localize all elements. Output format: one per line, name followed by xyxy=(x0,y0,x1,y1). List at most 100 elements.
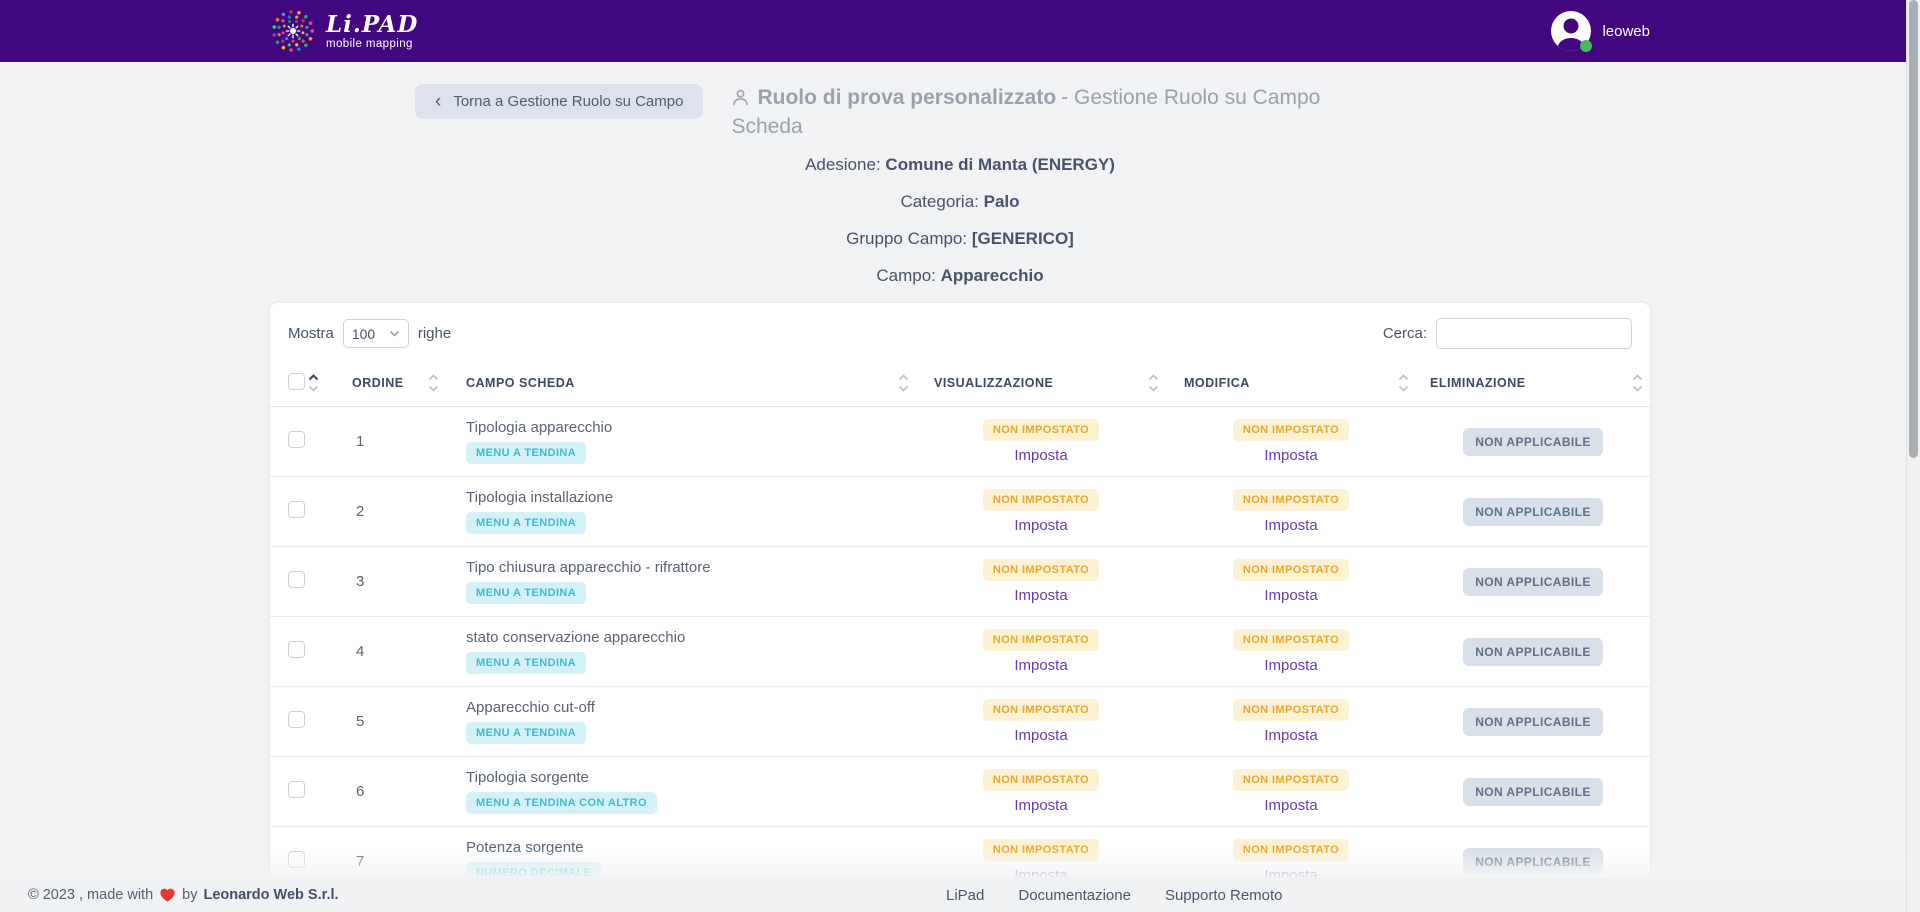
row-checkbox[interactable] xyxy=(288,431,305,448)
brand-name: Leonardo Web S.r.l. xyxy=(203,887,338,903)
sort-control-campo-scheda[interactable] xyxy=(898,374,909,392)
meta-value: [GENERICO] xyxy=(972,229,1074,248)
modifica-imposta-link[interactable]: Imposta xyxy=(1166,517,1416,534)
field-name: Apparecchio cut-off xyxy=(466,699,916,716)
sort-desc-icon[interactable] xyxy=(898,385,909,392)
username: leoweb xyxy=(1602,23,1650,40)
modifica-status-badge: NON IMPOSTATO xyxy=(1233,839,1349,861)
field-name: Tipologia apparecchio xyxy=(466,419,916,436)
row-checkbox[interactable] xyxy=(288,501,305,518)
select-all-checkbox[interactable] xyxy=(288,373,305,390)
row-checkbox[interactable] xyxy=(288,641,305,658)
visualizzazione-imposta-link[interactable]: Imposta xyxy=(916,447,1166,464)
column-header-eliminazione[interactable]: ELIMINAZIONE xyxy=(1416,360,1650,407)
rows-label: righe xyxy=(418,325,451,342)
sort-asc-icon[interactable] xyxy=(1632,374,1643,381)
footer-link-documentazione[interactable]: Documentazione xyxy=(1018,887,1131,904)
field-type-badge: MENU A TENDINA CON ALTRO xyxy=(466,792,657,814)
footer-link-lipad[interactable]: LiPad xyxy=(946,887,984,904)
eliminazione-status-badge: NON APPLICABILE xyxy=(1463,428,1603,456)
page-length-select[interactable]: 100 xyxy=(343,319,409,348)
sort-desc-icon[interactable] xyxy=(428,385,439,392)
meta-label: Adesione: xyxy=(805,155,881,174)
meta-value: Apparecchio xyxy=(941,266,1044,285)
sort-asc-icon-active[interactable] xyxy=(308,374,319,381)
visualizzazione-imposta-link[interactable]: Imposta xyxy=(916,587,1166,604)
main-content: ‹ Torna a Gestione Ruolo su Campo Ruolo … xyxy=(0,84,1920,912)
sort-desc-icon[interactable] xyxy=(1398,385,1409,392)
sort-desc-icon[interactable] xyxy=(1632,385,1643,392)
visualizzazione-imposta-link[interactable]: Imposta xyxy=(916,797,1166,814)
meta-gruppo-campo: Gruppo Campo: [GENERICO] xyxy=(0,229,1920,249)
visualizzazione-imposta-link[interactable]: Imposta xyxy=(916,657,1166,674)
sort-control-eliminazione[interactable] xyxy=(1632,374,1643,392)
context-info: Adesione: Comune di Manta (ENERGY) Categ… xyxy=(0,155,1920,286)
row-checkbox[interactable] xyxy=(288,571,305,588)
page-scrollbar[interactable] xyxy=(1906,0,1920,912)
field-name: Tipologia sorgente xyxy=(466,769,916,786)
modifica-imposta-link[interactable]: Imposta xyxy=(1166,657,1416,674)
sort-control-select[interactable] xyxy=(308,374,319,392)
field-type-badge: MENU A TENDINA xyxy=(466,652,586,674)
sort-desc-icon[interactable] xyxy=(308,385,319,392)
visualizzazione-imposta-link[interactable]: Imposta xyxy=(916,727,1166,744)
column-header-modifica[interactable]: MODIFICA xyxy=(1166,360,1416,407)
role-person-icon xyxy=(731,88,750,107)
table-row: 1 Tipologia apparecchio MENU A TENDINA N… xyxy=(270,407,1650,477)
field-name: Potenza sorgente xyxy=(466,839,916,856)
search-input[interactable] xyxy=(1436,318,1632,349)
meta-label: Gruppo Campo: xyxy=(846,229,967,248)
visualizzazione-imposta-link[interactable]: Imposta xyxy=(916,517,1166,534)
column-header-campo-scheda[interactable]: CAMPO SCHEDA xyxy=(446,360,916,407)
visualizzazione-status-badge: NON IMPOSTATO xyxy=(983,559,1099,581)
logo-dots-icon xyxy=(270,8,316,54)
user-menu[interactable]: leoweb xyxy=(1551,11,1650,51)
app-logo[interactable]: Li.PAD mobile mapping xyxy=(270,8,418,54)
modifica-imposta-link[interactable]: Imposta xyxy=(1166,727,1416,744)
field-type-badge: MENU A TENDINA xyxy=(466,512,586,534)
page-length-value: 100 xyxy=(352,326,375,342)
field-type-badge: MENU A TENDINA xyxy=(466,582,586,604)
copyright: © 2023 , made with by Leonardo Web S.r.l… xyxy=(28,887,339,903)
sort-asc-icon[interactable] xyxy=(898,374,909,381)
copyright-prefix: © 2023 , made with xyxy=(28,887,153,903)
modifica-imposta-link[interactable]: Imposta xyxy=(1166,447,1416,464)
row-checkbox[interactable] xyxy=(288,851,305,868)
column-header-visualizzazione[interactable]: VISUALIZZAZIONE xyxy=(916,360,1166,407)
scrollbar-thumb[interactable] xyxy=(1909,0,1918,458)
sort-asc-icon[interactable] xyxy=(1398,374,1409,381)
field-name: Tipo chiusura apparecchio - rifrattore xyxy=(466,559,916,576)
table-row: 2 Tipologia installazione MENU A TENDINA… xyxy=(270,477,1650,547)
table-row: 5 Apparecchio cut-off MENU A TENDINA NON… xyxy=(270,687,1650,757)
app-footer: © 2023 , made with by Leonardo Web S.r.l… xyxy=(0,878,1920,912)
sort-asc-icon[interactable] xyxy=(428,374,439,381)
column-header-ordine[interactable]: ORDINE xyxy=(326,360,446,407)
back-button-label: Torna a Gestione Ruolo su Campo xyxy=(453,93,683,110)
footer-link-supporto-remoto[interactable]: Supporto Remoto xyxy=(1165,887,1283,904)
sort-asc-icon[interactable] xyxy=(1148,374,1159,381)
page-title: Ruolo di prova personalizzato- Gestione … xyxy=(731,84,1376,141)
meta-value: Palo xyxy=(984,192,1020,211)
modifica-status-badge: NON IMPOSTATO xyxy=(1233,769,1349,791)
modifica-status-badge: NON IMPOSTATO xyxy=(1233,419,1349,441)
meta-label: Categoria: xyxy=(900,192,978,211)
avatar[interactable] xyxy=(1551,11,1591,51)
row-checkbox[interactable] xyxy=(288,781,305,798)
sort-control-ordine[interactable] xyxy=(428,374,439,392)
modifica-imposta-link[interactable]: Imposta xyxy=(1166,797,1416,814)
field-name: stato conservazione apparecchio xyxy=(466,629,916,646)
meta-campo: Campo: Apparecchio xyxy=(0,266,1920,286)
back-button[interactable]: ‹ Torna a Gestione Ruolo su Campo xyxy=(415,84,703,119)
modifica-status-badge: NON IMPOSTATO xyxy=(1233,559,1349,581)
sort-desc-icon[interactable] xyxy=(1148,385,1159,392)
sort-control-modifica[interactable] xyxy=(1398,374,1409,392)
order-cell: 3 xyxy=(326,547,446,617)
search-label: Cerca: xyxy=(1383,325,1427,342)
table-header-row: ORDINE CAMPO SCHEDA xyxy=(270,360,1650,407)
sort-control-visualizzazione[interactable] xyxy=(1148,374,1159,392)
eliminazione-status-badge: NON APPLICABILE xyxy=(1463,778,1603,806)
show-label: Mostra xyxy=(288,325,334,342)
search-control: Cerca: xyxy=(1383,318,1632,349)
modifica-imposta-link[interactable]: Imposta xyxy=(1166,587,1416,604)
row-checkbox[interactable] xyxy=(288,711,305,728)
